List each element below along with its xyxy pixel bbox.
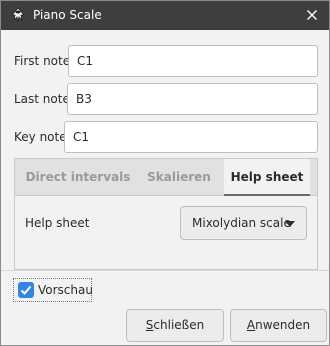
first-note-field[interactable] <box>68 45 318 77</box>
close-icon[interactable] <box>303 6 321 24</box>
checkmark-icon <box>20 285 32 295</box>
separator <box>1 270 329 271</box>
inkscape-app-icon <box>11 7 25 23</box>
dialog-content: First note Last note Key note Direct int… <box>1 30 329 345</box>
tab-bar: Direct intervals Skalieren Help sheet <box>15 159 317 196</box>
preview-checkbox[interactable]: Vorschau <box>13 278 93 302</box>
apply-button-label: nwenden <box>255 318 311 332</box>
scale-dropdown-value: Mixolydian scale <box>192 216 291 230</box>
window-title: Piano Scale <box>33 8 102 22</box>
scale-notebook: Direct intervals Skalieren Help sheet He… <box>14 158 318 270</box>
close-button[interactable]: Schließen <box>126 309 224 342</box>
piano-scale-dialog: Piano Scale First note Last note Key not… <box>0 0 330 346</box>
tab-direct-intervals[interactable]: Direct intervals <box>23 159 133 195</box>
apply-button-mnemonic: A <box>246 318 256 332</box>
title-bar: Piano Scale <box>1 1 329 30</box>
apply-button[interactable]: Anwenden <box>230 309 327 342</box>
tab-help-sheet[interactable]: Help sheet <box>224 159 310 196</box>
help-sheet-label: Help sheet <box>25 216 90 230</box>
first-note-label: First note <box>14 54 71 68</box>
last-note-field[interactable] <box>67 83 318 115</box>
checkbox-box <box>18 282 34 298</box>
preview-label: Vorschau <box>38 283 93 297</box>
close-button-label: chließen <box>153 318 205 332</box>
key-note-field[interactable] <box>64 121 318 153</box>
last-note-label: Last note <box>14 92 70 106</box>
scale-dropdown[interactable]: Mixolydian scale <box>180 206 307 240</box>
tab-skalieren[interactable]: Skalieren <box>139 159 219 195</box>
triangle-down-icon <box>285 221 295 227</box>
key-note-label: Key note <box>14 130 67 144</box>
